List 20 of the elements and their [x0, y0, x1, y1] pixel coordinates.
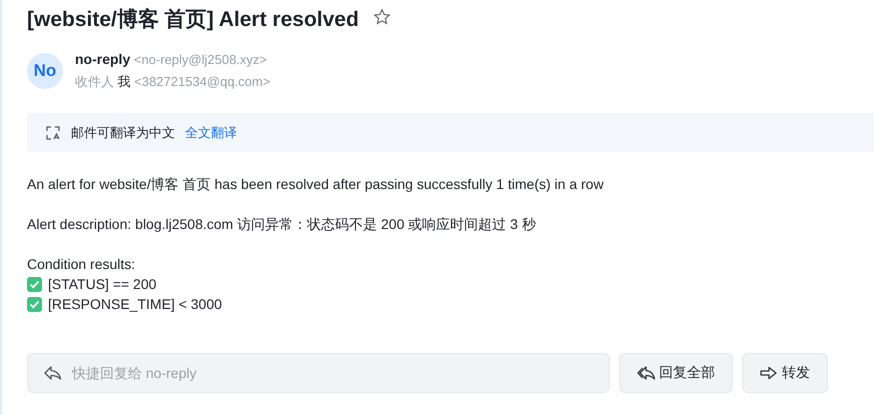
star-icon[interactable] [372, 8, 391, 26]
translate-icon [45, 124, 61, 140]
body-paragraph: Alert description: blog.lj2508.com 访问异常：状态码不是 200 或响应时间超过 3 秒 [27, 215, 537, 234]
forward-arrow-icon [760, 366, 778, 380]
recipient-label: 收件人 [75, 74, 114, 89]
translate-link[interactable]: 全文翻译 [185, 124, 237, 142]
reply-all-button[interactable]: 回复全部 [619, 353, 733, 393]
forward-button[interactable]: 转发 [742, 353, 828, 393]
email-subject: [website/博客 首页] Alert resolved [27, 6, 359, 33]
recipient-address: <382721534@qq.com> [134, 74, 270, 89]
recipient-name: 我 [118, 74, 131, 89]
reply-all-icon [637, 366, 655, 380]
conditions-heading: Condition results: [27, 255, 136, 274]
sender-name: no-reply [75, 51, 130, 67]
body-paragraph: An alert for website/博客 首页 has been resolved after passing successfully 1 time(s) in a row [27, 175, 605, 194]
condition-text: [RESPONSE_TIME] < 3000 [48, 295, 222, 314]
translate-message: 邮件可翻译为中文 [71, 124, 175, 142]
sender-address: <no-reply@lj2508.xyz> [134, 52, 268, 67]
condition-text: [STATUS] == 200 [48, 275, 156, 294]
sender-avatar: No [27, 52, 63, 88]
